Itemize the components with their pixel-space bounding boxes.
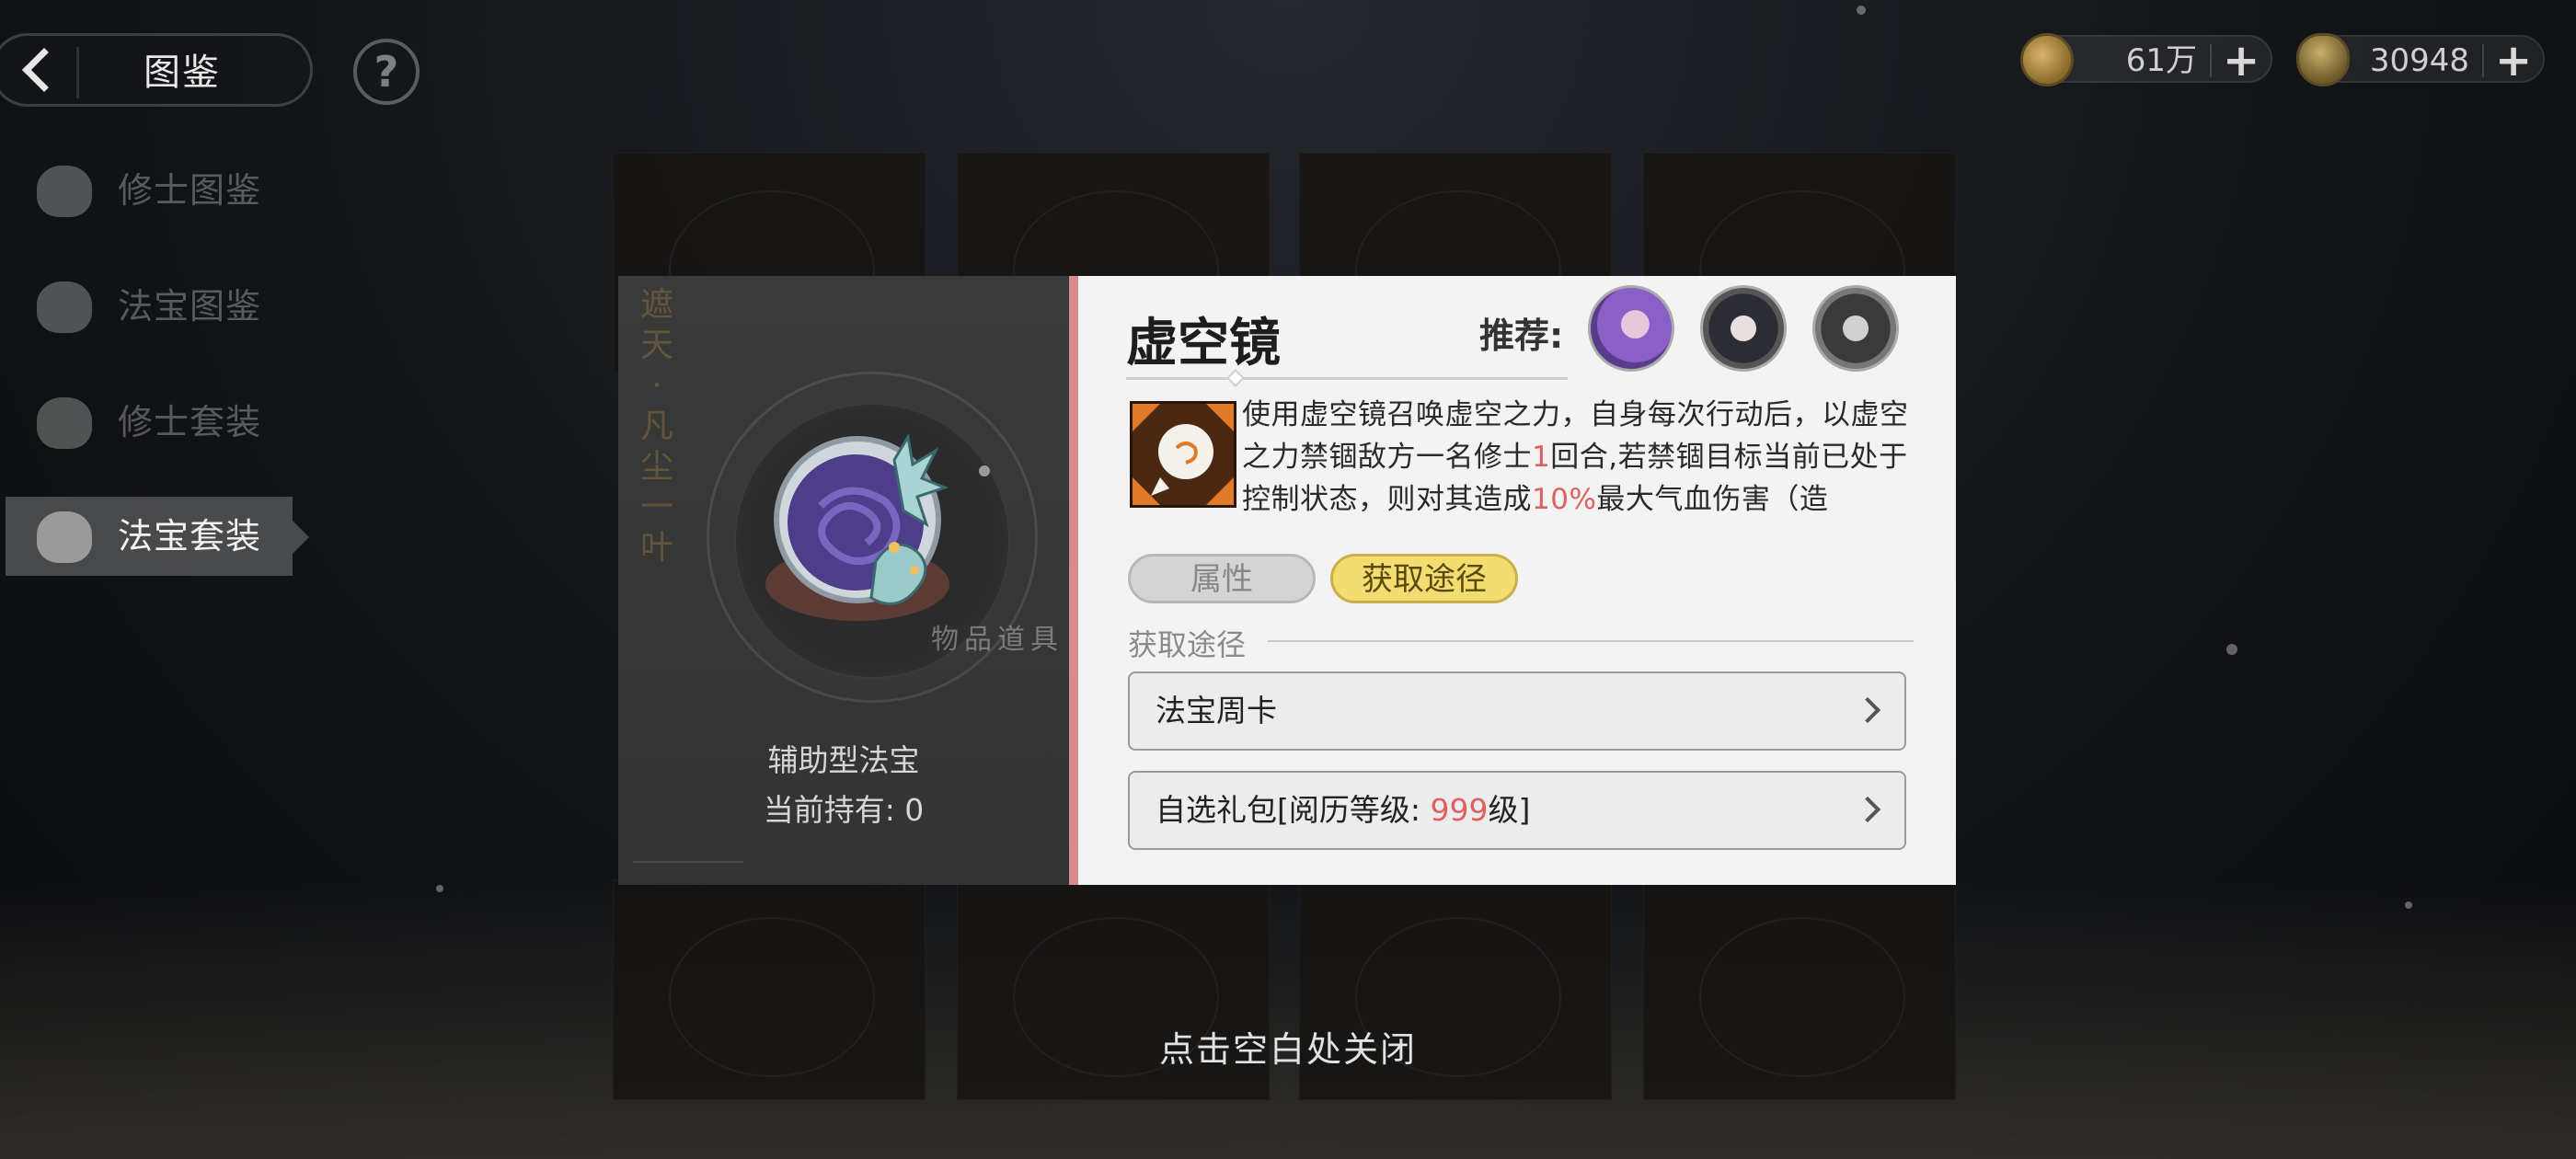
currency-spirit-stone: 61万 + [2020, 33, 2272, 86]
recommended-cultivator-avatar[interactable] [1700, 285, 1787, 372]
back-button[interactable]: 图鉴 [0, 33, 313, 107]
accent-bar [1069, 276, 1078, 885]
treasure-icon [37, 511, 92, 563]
recommend-label: 推荐: [1479, 316, 1564, 356]
recommended-cultivator-avatar[interactable] [1588, 285, 1674, 372]
chevron-left-icon [21, 47, 67, 93]
section-title: 获取途径 [1128, 627, 1247, 662]
source-label-prefix: 自选礼包[阅历等级: [1156, 792, 1431, 828]
divider [2210, 44, 2212, 77]
active-indicator [293, 521, 309, 554]
gourd-icon [2296, 33, 2350, 86]
item-detail-panel: 虚空镜 推荐: 使用虚空镜召唤虚空之力，自身每次行动后，以虚空之力禁锢敌方一名修… [1078, 276, 1956, 885]
divider [1126, 377, 1568, 380]
item-type-label: 辅助型法宝 [767, 742, 920, 778]
source-label-suffix: 级] [1488, 792, 1531, 828]
star-decoration [2405, 901, 2412, 909]
sidebar-item-label: 法宝图鉴 [118, 286, 262, 327]
void-mirror-icon [765, 432, 949, 621]
skill-emblem-icon [1133, 404, 1234, 505]
skill-text-part: 最大气血伤害（造 [1596, 483, 1829, 516]
sidebar-item-cultivator-set[interactable]: 修士套装 [6, 383, 293, 462]
divider [633, 861, 743, 863]
source-item-weekly-card[interactable]: 法宝周卡 [1128, 671, 1906, 751]
star-decoration [1857, 6, 1866, 15]
sidebar-item-label: 法宝套装 [118, 516, 262, 557]
add-currency-button[interactable]: + [2223, 39, 2260, 83]
recommended-cultivator-avatar[interactable] [1812, 285, 1899, 372]
spirit-stone-coin-icon [2020, 33, 2074, 86]
cultivator-icon [37, 166, 92, 217]
close-hint[interactable]: 点击空白处关闭 [0, 1021, 2576, 1072]
sidebar-item-treasure-codex[interactable]: 法宝图鉴 [6, 267, 293, 346]
cultivator-icon [37, 397, 92, 449]
currency-value: 61万 [2125, 42, 2197, 79]
treasure-icon [37, 281, 92, 333]
item-preview-panel: 遮天·凡尘一叶 物品道具 辅助型法宝 当前持有: 0 [618, 276, 1069, 885]
help-button[interactable]: ? [353, 39, 420, 105]
skill-highlight-value: 10% [1532, 483, 1597, 516]
star-decoration [2226, 644, 2237, 655]
sidebar-item-treasure-set[interactable]: 法宝套装 [6, 497, 309, 576]
currency-gourd: 30948 + [2296, 33, 2545, 86]
question-icon: ? [374, 47, 399, 97]
page-title: 图鉴 [144, 52, 221, 94]
ring-dot [979, 465, 990, 476]
divider [1268, 640, 1914, 642]
chevron-right-icon [1854, 696, 1881, 724]
sidebar-item-label: 修士图鉴 [118, 170, 262, 211]
source-item-gift-pack[interactable]: 自选礼包[阅历等级: 999级] [1128, 771, 1906, 850]
currency-value: 30948 [2369, 42, 2469, 79]
owned-count-label: 当前持有: 0 [763, 792, 925, 828]
source-label: 法宝周卡 [1156, 693, 1277, 729]
item-title: 虚空镜 [1126, 314, 1281, 373]
skill-icon [1130, 401, 1236, 508]
sidebar-item-cultivator-codex[interactable]: 修士图鉴 [6, 151, 293, 230]
source-label: 自选礼包[阅历等级: 999级] [1156, 773, 1530, 848]
divider [2482, 44, 2484, 77]
sidebar-item-label: 修士套装 [118, 402, 262, 442]
skill-highlight-value: 1 [1532, 441, 1551, 474]
back-chevron-container [3, 36, 76, 109]
divider [76, 47, 79, 98]
item-category-tag: 物品道具 [931, 624, 1064, 656]
vertical-title-text: 遮天·凡尘一叶 [639, 286, 673, 567]
tab-sources[interactable]: 获取途径 [1330, 554, 1518, 603]
skill-description: 使用虚空镜召唤虚空之力，自身每次行动后，以虚空之力禁锢敌方一名修士1回合,若禁锢… [1242, 394, 1923, 524]
source-level-value: 999 [1430, 792, 1489, 828]
tab-attributes[interactable]: 属性 [1128, 554, 1316, 603]
add-currency-button[interactable]: + [2495, 39, 2532, 83]
star-decoration [436, 885, 443, 892]
chevron-right-icon [1854, 796, 1881, 823]
